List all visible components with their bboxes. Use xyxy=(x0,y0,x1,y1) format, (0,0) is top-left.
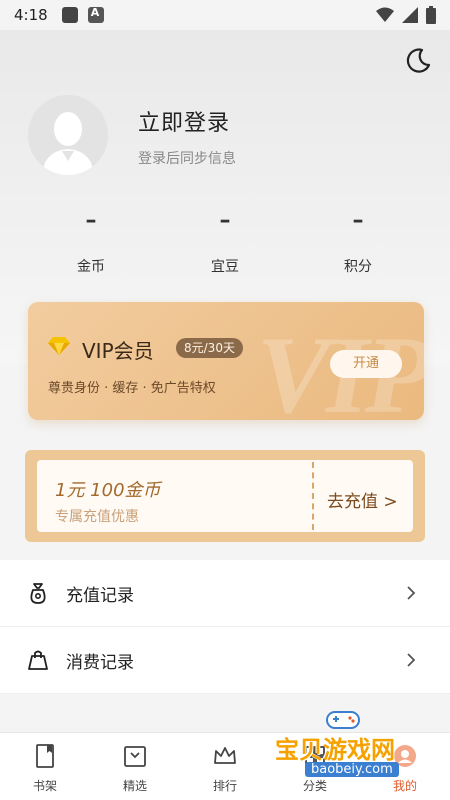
wifi-icon xyxy=(376,7,394,22)
vip-title: VIP会员 xyxy=(82,339,154,363)
stat-coins[interactable]: – 金币 xyxy=(41,210,141,276)
recharge-description: 专属充值优惠 xyxy=(55,509,139,525)
diamond-icon xyxy=(48,337,70,355)
avatar[interactable] xyxy=(28,95,108,175)
nav-label: 精选 xyxy=(122,779,147,793)
recharge-card[interactable]: 1元 100金币 专属充值优惠 去充值 > xyxy=(25,450,425,542)
recharge-divider xyxy=(312,462,314,530)
vip-card[interactable]: VIP VIP会员 8元/30天 尊贵身份 · 缓存 · 免广告特权 开通 xyxy=(28,302,424,420)
vip-description: 尊贵身份 · 缓存 · 免广告特权 xyxy=(48,381,216,396)
nav-label: 排行 xyxy=(212,779,237,793)
crown-icon xyxy=(214,747,236,764)
chevron-right-icon xyxy=(407,586,416,600)
watermark-text: 宝贝游戏网 xyxy=(275,736,395,764)
stat-label: 积分 xyxy=(344,259,372,275)
vip-open-button[interactable]: 开通 xyxy=(330,350,402,378)
login-button[interactable]: 立即登录 xyxy=(138,105,230,137)
stat-points[interactable]: – 积分 xyxy=(308,210,408,276)
recharge-amount: 1元 100金币 xyxy=(55,480,161,501)
nav-label: 书架 xyxy=(32,779,57,793)
app-notification-icon xyxy=(87,6,104,23)
watermark-url: baobeiy.com xyxy=(305,762,399,777)
stat-label: 宜豆 xyxy=(211,259,239,275)
stat-value: – xyxy=(352,208,364,233)
stat-value: – xyxy=(219,208,231,233)
nav-ranking[interactable]: 排行 xyxy=(180,733,270,800)
signal-icon xyxy=(402,7,418,23)
status-bar: 4:18 xyxy=(0,0,450,30)
nav-bookshelf[interactable]: 书架 xyxy=(0,733,90,800)
status-time: 4:18 xyxy=(14,6,48,24)
records-list: 充值记录 消费记录 xyxy=(0,560,450,694)
notification-icon xyxy=(61,7,78,23)
bookshelf-icon xyxy=(36,744,54,768)
shopping-bag-icon xyxy=(28,650,48,670)
list-item-label: 充值记录 xyxy=(66,586,134,606)
list-item-recharge-records[interactable]: 充值记录 xyxy=(0,560,450,627)
list-item-consumption-records[interactable]: 消费记录 xyxy=(0,627,450,694)
battery-icon xyxy=(426,6,436,24)
night-mode-icon[interactable] xyxy=(404,46,432,74)
recharge-button[interactable]: 去充值 > xyxy=(327,487,398,512)
vip-price-badge: 8元/30天 xyxy=(176,338,243,358)
site-watermark-logo: 宝贝游戏网 baobeiy.com xyxy=(275,711,440,792)
money-bag-icon xyxy=(30,583,46,604)
chevron-right-icon xyxy=(407,653,416,667)
stat-label: 金币 xyxy=(77,259,105,275)
gamepad-icon xyxy=(326,711,360,729)
list-item-label: 消费记录 xyxy=(66,653,134,673)
featured-icon xyxy=(124,746,146,767)
default-avatar-icon xyxy=(28,95,108,175)
nav-featured[interactable]: 精选 xyxy=(90,733,180,800)
stat-beans[interactable]: – 宜豆 xyxy=(175,210,275,276)
login-subtitle: 登录后同步信息 xyxy=(138,151,236,167)
stat-value: – xyxy=(85,208,97,233)
